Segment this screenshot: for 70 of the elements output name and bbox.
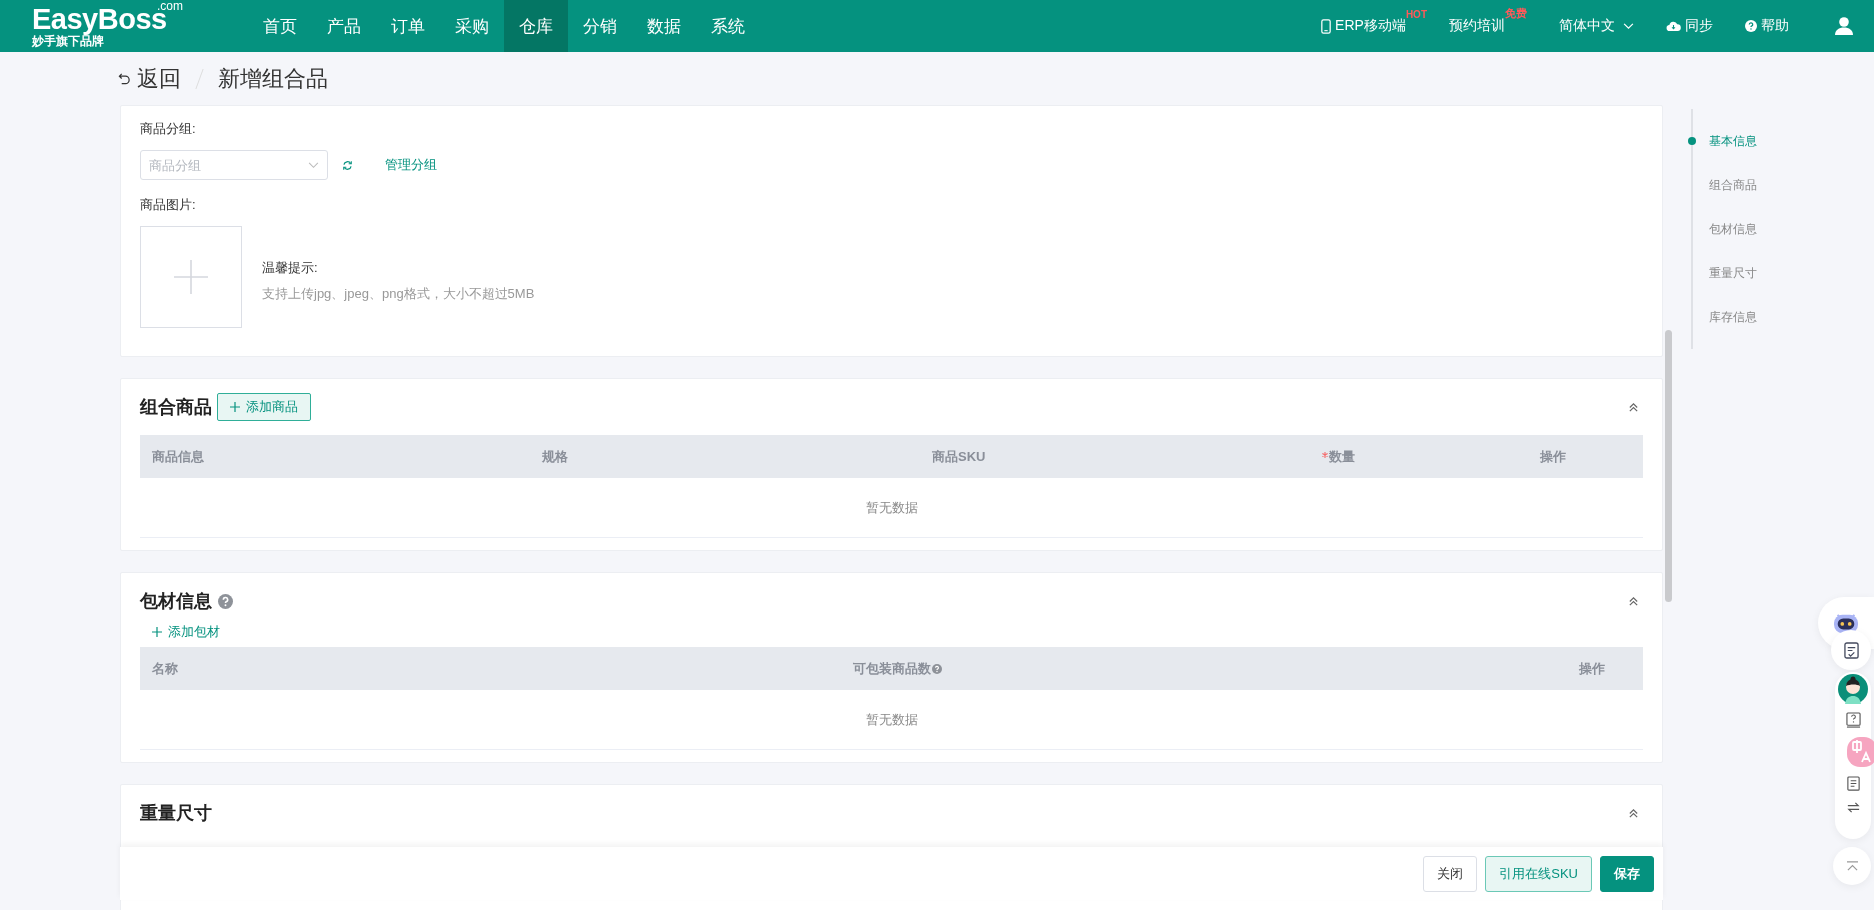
robot-icon (1832, 611, 1860, 635)
collapse-icon[interactable] (1628, 595, 1639, 607)
plus-icon (174, 260, 208, 294)
arrow-up-icon (1845, 860, 1859, 872)
anchor-link[interactable]: 重量尺寸 (1709, 263, 1757, 283)
column-header: 商品SKU (932, 447, 986, 466)
plus-icon (230, 402, 240, 412)
anchor-link[interactable]: 组合商品 (1709, 175, 1757, 195)
column-header: 可包装商品数 (853, 659, 931, 678)
help-button[interactable]: 帮助 (1745, 17, 1789, 35)
add-product-button[interactable]: 添加商品 (217, 393, 311, 421)
field-label: 商品图片: (140, 196, 197, 214)
chevron-down-icon (1623, 22, 1634, 30)
checklist-button[interactable] (1831, 630, 1871, 670)
mobile-app-link[interactable]: ERP移动端 (1321, 17, 1406, 35)
column-header: 规格 (542, 447, 568, 466)
swap-icon[interactable] (1845, 800, 1861, 815)
question-book-icon[interactable] (1845, 712, 1861, 729)
add-packaging-link[interactable]: 添加包材 (152, 623, 220, 641)
empty-message: 暂无数据 (865, 498, 918, 517)
footer-button[interactable]: 保存 (1600, 855, 1654, 892)
manage-groups-link[interactable]: 管理分组 (385, 156, 437, 174)
anchor-link[interactable]: 库存信息 (1709, 307, 1757, 327)
cloud-icon (1666, 20, 1681, 32)
column-header: 操作 (1579, 659, 1605, 678)
field-label: 商品分组: (140, 120, 197, 138)
section-title: 组合商品 (140, 396, 212, 419)
chevron-down-icon (308, 162, 319, 169)
column-header: 名称 (152, 659, 178, 678)
hot-label: HOT (1405, 9, 1427, 20)
footer-button[interactable]: 引用在线SKU (1485, 855, 1592, 892)
phone-icon (1321, 18, 1332, 34)
document-icon[interactable] (1845, 775, 1861, 792)
scrollbar[interactable] (1665, 330, 1672, 602)
sync-button[interactable]: 同步 (1666, 17, 1713, 35)
help-icon (1745, 20, 1757, 32)
footer-button[interactable]: 关闭 (1423, 855, 1478, 892)
group-select[interactable]: 商品分组 (140, 150, 328, 180)
nav-tab[interactable]: 采购 (440, 0, 504, 52)
back-link[interactable]: 返回 (118, 63, 181, 94)
undo-icon (118, 72, 131, 85)
section-title: 重量尺寸 (140, 802, 212, 825)
column-header: 数量 (1329, 447, 1355, 466)
refresh-icon[interactable] (342, 159, 353, 171)
nav-tab[interactable]: 数据 (632, 0, 696, 52)
empty-message: 暂无数据 (865, 710, 918, 729)
page-title: 新增组合品 (218, 64, 328, 93)
language-select[interactable]: 简体中文 (1559, 17, 1634, 35)
section-title: 包材信息 (140, 590, 212, 613)
tip-text: 支持上传jpg、jpeg、png格式，大小不超过5MB (262, 285, 535, 303)
nav-tab[interactable]: 仓库 (504, 0, 568, 52)
logo-suffix: .com (157, 0, 183, 13)
nav-tab[interactable]: 系统 (696, 0, 760, 52)
collapse-icon[interactable] (1628, 807, 1639, 819)
free-label: 免费 (1505, 7, 1527, 19)
nav-tab[interactable]: 分销 (568, 0, 632, 52)
user-icon[interactable] (1834, 16, 1854, 36)
nav-tab[interactable]: 产品 (312, 0, 376, 52)
anchor-link[interactable]: 包材信息 (1709, 219, 1757, 239)
checklist-icon (1843, 641, 1859, 659)
nav-tab[interactable]: 订单 (376, 0, 440, 52)
anchor-link[interactable]: 基本信息 (1709, 131, 1757, 151)
nav-tab[interactable]: 首页 (248, 0, 312, 52)
tip-title: 温馨提示: (262, 259, 319, 277)
avatar-icon[interactable] (1838, 674, 1868, 704)
training-link[interactable]: 预约培训 (1449, 17, 1505, 35)
plus-icon (152, 627, 162, 637)
column-header: 商品信息 (152, 447, 204, 466)
column-header: 操作 (1540, 447, 1566, 466)
collapse-icon[interactable] (1628, 401, 1639, 413)
